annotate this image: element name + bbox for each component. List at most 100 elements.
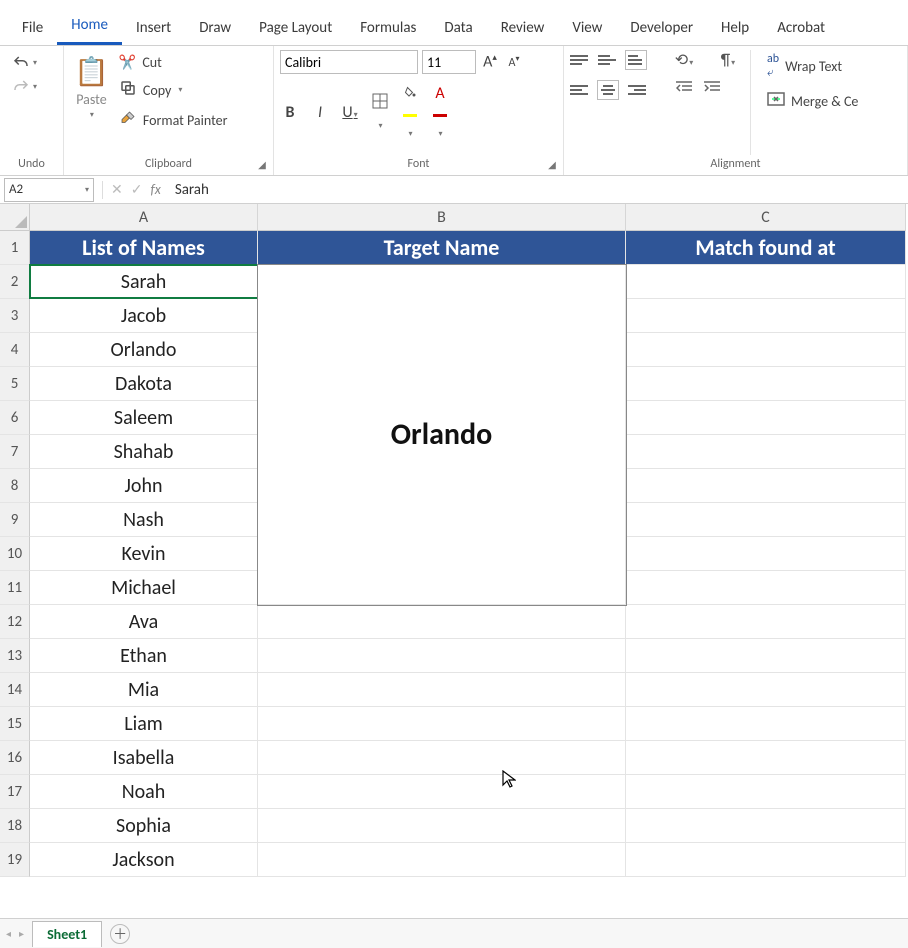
add-sheet-button[interactable]: ＋ [110, 924, 130, 944]
row-header[interactable]: 17 [0, 775, 30, 809]
row-header[interactable]: 6 [0, 401, 30, 435]
cell-C3[interactable] [626, 299, 906, 332]
row-header[interactable]: 14 [0, 673, 30, 707]
tab-file[interactable]: File [8, 13, 57, 45]
cell-C10[interactable] [626, 537, 906, 570]
cell-C2[interactable] [626, 265, 906, 298]
tab-review[interactable]: Review [487, 13, 559, 45]
chevron-down-icon[interactable]: ▾ [378, 121, 382, 131]
row-header[interactable]: 2 [0, 265, 30, 299]
cell-C11[interactable] [626, 571, 906, 604]
format-painter-button[interactable]: Format Painter [119, 109, 228, 131]
cell-C19[interactable] [626, 843, 906, 876]
row-header[interactable]: 1 [0, 231, 30, 265]
cell-C18[interactable] [626, 809, 906, 842]
align-left-button[interactable] [570, 81, 590, 99]
font-dialog-launcher[interactable]: ◢ [545, 157, 559, 171]
align-top-button[interactable] [570, 51, 590, 69]
cell-B13[interactable] [258, 639, 626, 672]
tab-acrobat[interactable]: Acrobat [763, 13, 839, 45]
orientation-button[interactable]: ⟲▾ [674, 50, 694, 70]
row-header[interactable]: 12 [0, 605, 30, 639]
cell-A4[interactable]: Orlando [30, 333, 258, 366]
cell-A8[interactable]: John [30, 469, 258, 502]
cell-B17[interactable] [258, 775, 626, 808]
cell-C16[interactable] [626, 741, 906, 774]
cell-A7[interactable]: Shahab [30, 435, 258, 468]
cell-A1[interactable]: List of Names [30, 231, 258, 264]
chevron-down-icon[interactable]: ▾ [178, 85, 182, 95]
cell-B1[interactable]: Target Name [258, 231, 626, 264]
sheet-tab-active[interactable]: Sheet1 [32, 921, 102, 947]
align-bottom-button[interactable] [626, 51, 646, 69]
cell-B14[interactable] [258, 673, 626, 706]
column-header-C[interactable]: C [626, 204, 906, 231]
row-header[interactable]: 5 [0, 367, 30, 401]
copy-button[interactable]: Copy ▾ [119, 79, 228, 101]
cell-C14[interactable] [626, 673, 906, 706]
undo-button[interactable]: ▾ [12, 54, 37, 72]
decrease-indent-button[interactable] [674, 80, 694, 99]
column-header-A[interactable]: A [30, 204, 258, 231]
cell-A19[interactable]: Jackson [30, 843, 258, 876]
paste-button[interactable]: 📋 Paste ▾ [70, 50, 113, 120]
cell-C8[interactable] [626, 469, 906, 502]
row-header[interactable]: 8 [0, 469, 30, 503]
italic-button[interactable]: I [310, 103, 330, 122]
chevron-down-icon[interactable]: ▾ [33, 58, 37, 68]
cell-A6[interactable]: Saleem [30, 401, 258, 434]
row-header[interactable]: 19 [0, 843, 30, 877]
cancel-formula-icon[interactable]: ✕ [111, 181, 123, 198]
cell-A13[interactable]: Ethan [30, 639, 258, 672]
chevron-down-icon[interactable]: ▾ [354, 110, 358, 120]
decrease-font-button[interactable]: A▾ [504, 54, 524, 70]
row-header[interactable]: 4 [0, 333, 30, 367]
cell-C5[interactable] [626, 367, 906, 400]
worksheet-grid[interactable]: A B C 12345678910111213141516171819 List… [0, 204, 908, 884]
tab-data[interactable]: Data [430, 13, 486, 45]
cell-C7[interactable] [626, 435, 906, 468]
formula-input[interactable] [169, 178, 908, 202]
cells-area[interactable]: List of Names Target Name Match found at… [30, 231, 906, 877]
column-header-B[interactable]: B [258, 204, 626, 231]
tab-draw[interactable]: Draw [185, 13, 245, 45]
tab-home[interactable]: Home [57, 10, 122, 45]
cell-C9[interactable] [626, 503, 906, 536]
align-middle-button[interactable] [598, 51, 618, 69]
fill-color-button[interactable]: ▾ [400, 84, 420, 141]
row-header[interactable]: 3 [0, 299, 30, 333]
cell-A5[interactable]: Dakota [30, 367, 258, 400]
tab-view[interactable]: View [558, 13, 616, 45]
cell-C15[interactable] [626, 707, 906, 740]
chevron-down-icon[interactable]: ▾ [408, 129, 412, 139]
cell-A12[interactable]: Ava [30, 605, 258, 638]
cell-C6[interactable] [626, 401, 906, 434]
cell-A16[interactable]: Isabella [30, 741, 258, 774]
row-header[interactable]: 16 [0, 741, 30, 775]
merged-target-cell[interactable]: Orlando [258, 265, 626, 605]
increase-indent-button[interactable] [702, 80, 722, 99]
cell-A3[interactable]: Jacob [30, 299, 258, 332]
tab-developer[interactable]: Developer [616, 13, 707, 45]
font-name-input[interactable] [280, 50, 418, 74]
cell-A14[interactable]: Mia [30, 673, 258, 706]
cell-C1[interactable]: Match found at [626, 231, 906, 264]
row-header[interactable]: 7 [0, 435, 30, 469]
enter-formula-icon[interactable]: ✓ [131, 181, 143, 198]
bold-button[interactable]: B [280, 103, 300, 122]
row-header[interactable]: 9 [0, 503, 30, 537]
row-header[interactable]: 11 [0, 571, 30, 605]
cell-C13[interactable] [626, 639, 906, 672]
cell-A9[interactable]: Nash [30, 503, 258, 536]
chevron-down-icon[interactable]: ▾ [33, 82, 37, 92]
cell-A15[interactable]: Liam [30, 707, 258, 740]
cell-A2[interactable]: Sarah [30, 265, 258, 298]
tab-insert[interactable]: Insert [122, 13, 185, 45]
name-box[interactable]: A2 ▾ [4, 178, 94, 202]
cell-A11[interactable]: Michael [30, 571, 258, 604]
show-formatting-button[interactable]: ¶▾ [718, 51, 738, 70]
wrap-text-button[interactable]: ab⤶ Wrap Text [767, 52, 858, 80]
cell-B19[interactable] [258, 843, 626, 876]
cell-A17[interactable]: Noah [30, 775, 258, 808]
select-all-corner[interactable] [0, 204, 30, 231]
